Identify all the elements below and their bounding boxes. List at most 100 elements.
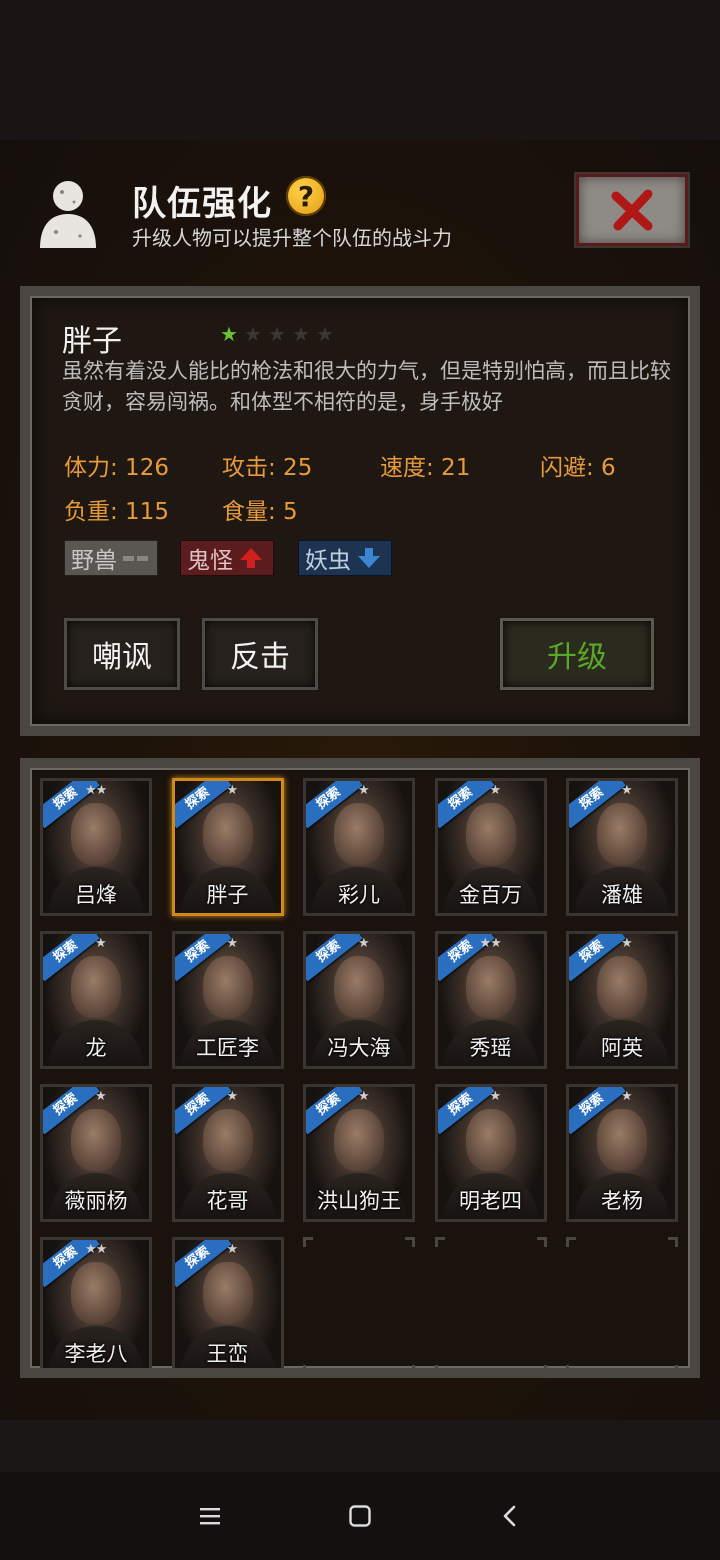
roster-member-card[interactable]: 探索 ★ 龙 [40,931,152,1069]
member-star-rating: ★ [358,1089,370,1104]
tag-ghost: 鬼怪 [180,540,274,576]
slot-corner-mark [537,1365,547,1368]
member-name: 潘雄 [601,883,643,907]
top-status-area [0,0,720,140]
member-star-rating: ★ [226,936,239,951]
star-empty-icon: ★ [268,322,286,346]
character-star-rating: ★ ★ ★ ★ ★ [220,324,336,344]
portrait-head [71,956,121,1018]
roster-member-card[interactable]: 探索 ★ 胖子 [171,778,284,916]
character-name: 胖子 [62,324,122,359]
upgrade-button[interactable]: 升级 [500,618,654,690]
member-name: 明老四 [459,1189,522,1213]
character-silhouette-icon [40,181,96,248]
member-name: 花哥 [206,1189,249,1213]
tag-insect: 妖虫 [298,540,392,576]
roster-member-card[interactable]: 探索 ★ 老杨 [566,1084,678,1222]
slot-corner-mark [405,1365,415,1368]
member-name: 金百万 [459,883,522,907]
member-star-rating: ★ [358,936,370,951]
roster-member-card[interactable]: 探索 ★ 王峦 [171,1237,284,1368]
tag-beast: 野兽 [64,540,158,576]
slot-corner-mark [303,1237,313,1247]
member-star-rating: ★ [621,783,633,798]
menu-lines-icon [200,1508,220,1525]
home-button[interactable] [338,1494,382,1538]
slot-corner-mark [405,1237,415,1247]
stat-attack: 攻击: 25 [222,455,313,481]
close-button[interactable] [576,174,688,246]
roster-member-card[interactable]: 探索 ★ 花哥 [171,1084,284,1222]
slot-corner-mark [566,1237,576,1247]
portrait-head [202,1262,253,1324]
empty-roster-slot [303,1237,415,1368]
page-title: 队伍强化 [132,184,272,224]
roster-member-card[interactable]: 探索 ★★ 吕烽 [40,778,152,916]
slot-corner-mark [668,1365,678,1368]
roster-member-card[interactable]: 探索 ★★ 李老八 [40,1237,152,1368]
member-name: 洪山狗王 [317,1189,401,1213]
roster-member-card[interactable]: 探索 ★ 彩儿 [303,778,415,916]
member-star-rating: ★ [95,1089,107,1104]
portrait-head [334,803,384,865]
tag-label: 野兽 [71,548,117,574]
portrait-head [465,803,516,865]
star-empty-icon: ★ [244,322,262,346]
portrait-head [202,1109,253,1171]
member-name: 秀瑶 [469,1036,512,1060]
member-name: 工匠李 [196,1036,259,1060]
star-filled-icon: ★ [220,322,238,346]
character-info-card: 胖子 ★ ★ ★ ★ ★ 虽然有着没人能比的枪法和很大的力气，但是特别怕高，而且比较贪财… [20,286,700,736]
close-x-icon [611,189,653,231]
roster-member-card[interactable]: 探索 ★ 阿英 [566,931,678,1069]
member-star-rating: ★ [226,1089,239,1104]
roster-member-card[interactable]: 探索 ★ 薇丽杨 [40,1084,152,1222]
member-name: 彩儿 [338,883,380,907]
member-name: 王峦 [206,1342,249,1366]
back-button[interactable] [488,1494,532,1538]
member-name: 老杨 [601,1189,643,1213]
portrait-head [202,956,253,1018]
portrait-head [597,956,647,1018]
portrait-head [71,803,121,865]
menu-button[interactable] [188,1494,232,1538]
roster-member-card[interactable]: 探索 ★ 工匠李 [171,931,284,1069]
system-nav-bar [0,1472,720,1560]
roster-member-card[interactable]: 探索 ★ 冯大海 [303,931,415,1069]
question-mark-icon[interactable]: ? [286,176,326,216]
stat-food: 食量: 5 [222,499,298,525]
back-chevron-icon [503,1505,516,1527]
portrait-head [334,956,384,1018]
portrait-head [465,1109,516,1171]
team-upgrade-panel: 队伍强化 ? 升级人物可以提升整个队伍的战斗力 胖子 ★ ★ ★ ★ ★ 虽然有着没人能… [0,140,720,1420]
member-star-rating: ★★ [85,783,107,798]
stat-speed: 速度: 21 [380,455,471,481]
slot-corner-mark [668,1237,678,1247]
member-star-rating: ★ [489,783,502,798]
portrait-head [597,1109,647,1171]
slot-corner-mark [434,1365,445,1368]
member-star-rating: ★ [226,1242,239,1257]
portrait-head [334,1109,384,1171]
portrait-head [71,1109,121,1171]
roster-member-card[interactable]: 探索 ★ 洪山狗王 [303,1084,415,1222]
roster-member-card[interactable]: 探索 ★ 潘雄 [566,778,678,916]
skill-taunt-button[interactable]: 嘲讽 [64,618,180,690]
skill-counterattack-button[interactable]: 反击 [202,618,318,690]
star-empty-icon: ★ [316,322,334,346]
member-star-rating: ★ [621,1089,633,1104]
member-star-rating: ★ [621,936,633,951]
roster-member-card[interactable]: 探索 ★ 明老四 [434,1084,547,1222]
slot-corner-mark [536,1237,547,1247]
portrait-head [202,803,253,865]
roster-member-card[interactable]: 探索 ★ 金百万 [434,778,547,916]
neutral-dash-icon [123,556,148,561]
portrait-head [465,956,516,1018]
stat-dodge: 闪避: 6 [540,455,616,481]
member-name: 阿英 [601,1036,643,1060]
member-name: 龙 [85,1036,107,1060]
roster-member-card[interactable]: 探索 ★★ 秀瑶 [434,931,547,1069]
arrow-up-icon [240,548,262,568]
member-star-rating: ★★ [479,936,502,951]
slot-corner-mark [303,1365,313,1368]
